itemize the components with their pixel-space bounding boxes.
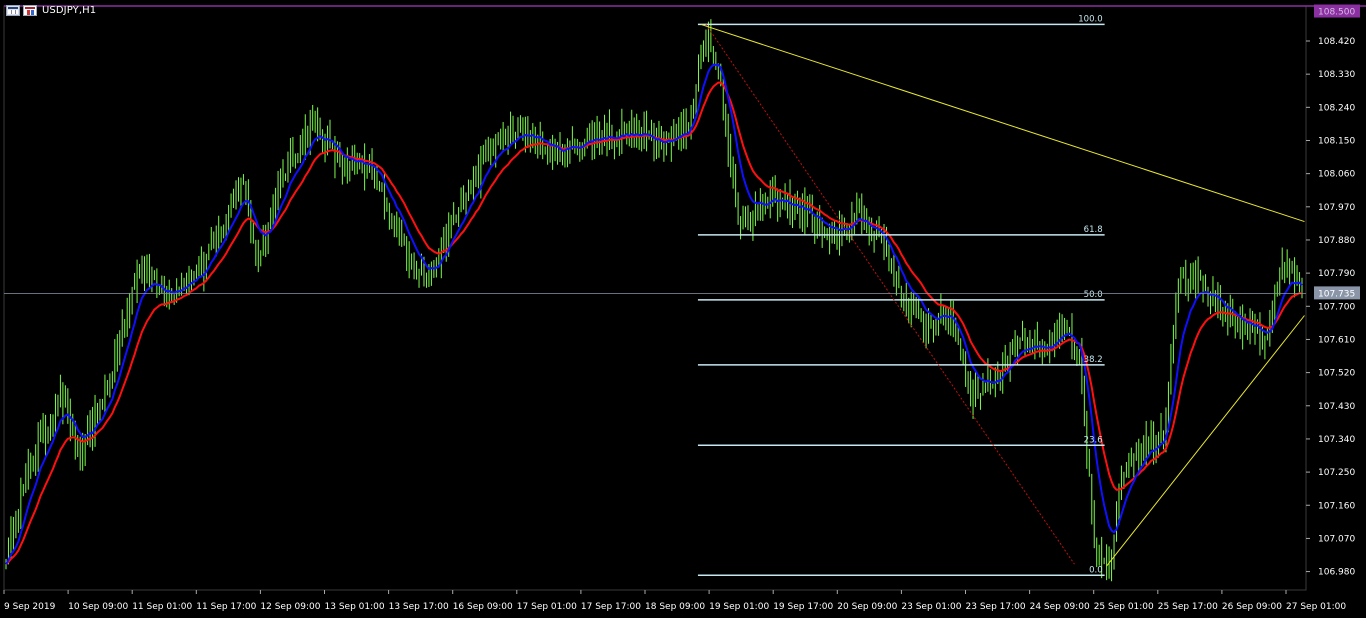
candles-group [5, 19, 1303, 582]
trading-symbol-icon [23, 4, 37, 16]
y-tick-label: 107.250 [1318, 468, 1355, 478]
x-tick-label: 23 Sep 01:00 [901, 602, 961, 612]
x-tick-label: 12 Sep 09:00 [260, 602, 320, 612]
plot-frame [3, 5, 1307, 591]
fib-level-label: 38.2 [1084, 355, 1103, 365]
x-tick-label: 10 Sep 09:00 [68, 602, 128, 612]
x-tick-label: 13 Sep 01:00 [325, 602, 385, 612]
y-tick-label: 107.970 [1318, 203, 1355, 213]
x-tick-label: 23 Sep 17:00 [966, 602, 1026, 612]
y-tick-label: 108.150 [1318, 136, 1355, 146]
symbol-header: USDJPY,H1 [6, 3, 96, 17]
y-tick-label: 106.980 [1318, 568, 1355, 578]
x-tick-label: 17 Sep 17:00 [581, 602, 641, 612]
y-tick-label: 107.070 [1318, 534, 1355, 544]
x-tick-label: 19 Sep 01:00 [709, 602, 769, 612]
x-tick-label: 13 Sep 17:00 [389, 602, 449, 612]
top-price-label: 108.500 [1318, 8, 1355, 18]
y-tick-label: 107.790 [1318, 269, 1355, 279]
x-tick-label: 20 Sep 09:00 [837, 602, 897, 612]
x-tick-label: 17 Sep 01:00 [517, 602, 577, 612]
usdjpy-h1-chart[interactable]: 100.0 61.8 50.0 38.2 23.6 0.0 108.420 108.330 10… [0, 0, 1366, 618]
x-tick-label: 16 Sep 09:00 [453, 602, 513, 612]
x-tick-label: 25 Sep 17:00 [1158, 602, 1218, 612]
x-tick-label: 26 Sep 09:00 [1222, 602, 1282, 612]
current-price-label: 107.735 [1318, 289, 1355, 299]
fib-level-label: 61.8 [1084, 225, 1103, 235]
x-tick-label: 11 Sep 17:00 [196, 602, 256, 612]
trendline-resistance[interactable] [700, 23, 1305, 223]
y-tick-label: 107.340 [1318, 435, 1355, 445]
x-tick-label: 19 Sep 17:00 [773, 602, 833, 612]
y-tick-label: 107.700 [1318, 302, 1355, 312]
y-tick-label: 107.880 [1318, 236, 1355, 246]
y-tick-label: 108.330 [1318, 70, 1355, 80]
chart-title: USDJPY,H1 [42, 4, 97, 16]
y-tick-label: 107.610 [1318, 335, 1355, 345]
x-tick-label: 24 Sep 09:00 [1030, 602, 1090, 612]
y-tick-label: 107.430 [1318, 402, 1355, 412]
y-tick-label: 107.160 [1318, 501, 1355, 511]
fib-trendline[interactable] [705, 24, 1075, 565]
x-tick-label: 11 Sep 01:00 [132, 602, 192, 612]
x-tick-label: 9 Sep 2019 [4, 602, 56, 612]
fib-level-label: 23.6 [1084, 435, 1103, 445]
y-tick-label: 107.520 [1318, 369, 1355, 379]
y-tick-label: 108.420 [1318, 37, 1355, 47]
y-tick-label: 108.060 [1318, 170, 1355, 180]
trendline-support[interactable] [1106, 315, 1305, 567]
fib-level-label: 100.0 [1078, 14, 1102, 24]
x-tick-label: 27 Sep 01:00 [1286, 602, 1346, 612]
chart-window[interactable]: 100.0 61.8 50.0 38.2 23.6 0.0 108.420 108.330 10… [0, 0, 1366, 618]
x-tick-label: 25 Sep 01:00 [1094, 602, 1154, 612]
y-tick-label: 108.240 [1318, 103, 1355, 113]
fib-level-label: 0.0 [1089, 565, 1103, 575]
chart-window-icon [6, 4, 20, 16]
x-tick-label: 18 Sep 09:00 [645, 602, 705, 612]
fib-level-label: 50.0 [1084, 290, 1103, 300]
